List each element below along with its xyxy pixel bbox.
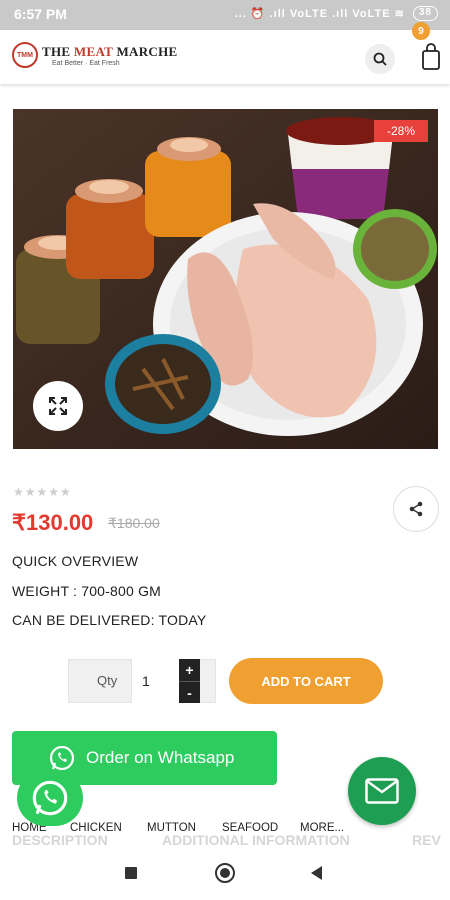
search-icon	[373, 52, 387, 66]
whatsapp-float-button[interactable]	[17, 770, 83, 826]
quantity-decrease-button[interactable]: -	[179, 681, 200, 703]
status-icons: ... ⏰ .ıll VoLTE .ıll VoLTE ≋ 38	[235, 6, 438, 21]
discount-badge: -28%	[374, 120, 428, 142]
shopping-bag-icon	[422, 43, 440, 70]
fullscreen-icon	[49, 397, 67, 415]
nav-item-chicken[interactable]: CHICKEN	[70, 822, 122, 834]
add-to-cart-button[interactable]: ADD TO CART	[229, 658, 383, 704]
logo-emblem-icon: TMM	[12, 42, 38, 68]
expand-image-button[interactable]	[33, 381, 83, 431]
product-old-price: ₹180.00	[108, 515, 160, 531]
nav-item-more[interactable]: MORE...	[300, 822, 344, 834]
home-icon[interactable]	[215, 863, 235, 883]
mail-icon	[365, 778, 399, 804]
quantity-increase-button[interactable]: +	[179, 659, 200, 681]
cart-button[interactable]	[414, 42, 442, 74]
whatsapp-icon	[32, 780, 68, 816]
quantity-label: Qty	[97, 673, 118, 688]
whatsapp-icon	[49, 745, 75, 771]
battery-icon: 38	[412, 6, 438, 21]
brand-tagline: Eat Better · Eat Fresh	[52, 59, 120, 67]
brand-logo[interactable]: TMM THE MEAT MARCHE Eat Better · Eat Fre…	[12, 42, 178, 68]
status-time: 6:57 PM	[14, 6, 67, 22]
system-nav-bar	[0, 850, 450, 900]
status-bar: 6:57 PM ... ⏰ .ıll VoLTE .ıll VoLTE ≋ 38	[0, 0, 450, 30]
delivery-info: CAN BE DELIVERED: TODAY	[12, 612, 207, 628]
rating-stars: ★★★★★	[13, 485, 72, 499]
share-icon	[409, 501, 423, 517]
nav-item-seafood[interactable]: SEAFOOD	[222, 822, 278, 834]
back-icon[interactable]	[311, 866, 322, 880]
whatsapp-order-label: Order on Whatsapp	[86, 748, 235, 767]
brand-name: THE MEAT MARCHE	[42, 43, 178, 59]
cart-count-badge: 9	[412, 22, 430, 40]
share-button[interactable]	[393, 486, 439, 532]
recents-icon[interactable]	[125, 867, 137, 879]
quantity-input[interactable]	[131, 659, 179, 703]
product-price: ₹130.00	[12, 510, 94, 535]
status-indicators: ... ⏰ .ıll VoLTE .ıll VoLTE ≋	[234, 8, 405, 20]
quick-overview-heading: QUICK OVERVIEW	[12, 553, 139, 569]
nav-item-mutton[interactable]: MUTTON	[147, 822, 196, 834]
app-header: TMM THE MEAT MARCHE Eat Better · Eat Fre…	[0, 30, 450, 84]
contact-mail-button[interactable]	[348, 757, 416, 825]
product-weight: WEIGHT : 700-800 GM	[12, 583, 162, 599]
search-button[interactable]	[365, 44, 395, 74]
